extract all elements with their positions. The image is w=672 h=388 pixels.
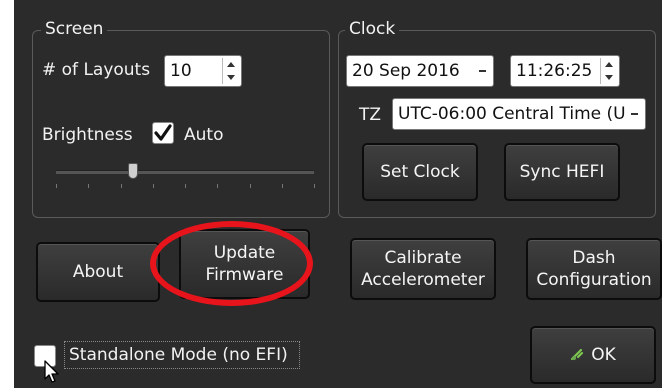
calibrate-accelerometer-button[interactable]: Calibrate Accelerometer [350, 238, 496, 300]
arrow-up-icon[interactable] [227, 62, 235, 67]
set-clock-button[interactable]: Set Clock [362, 143, 478, 201]
standalone-label-box[interactable]: Standalone Mode (no EFI) [64, 341, 300, 369]
layouts-spinbox[interactable]: 10 [164, 55, 242, 87]
brightness-slider-track[interactable] [56, 170, 314, 174]
settings-screen: Screen # of Layouts 10 Brightness Auto C… [14, 0, 662, 388]
layouts-spin-arrows[interactable] [222, 58, 239, 84]
calibrate-label-line2: Accelerometer [361, 270, 485, 290]
about-button[interactable]: About [36, 242, 160, 302]
sync-hefi-button[interactable]: Sync HEFI [504, 143, 620, 201]
screen-group-title: Screen [41, 19, 108, 39]
tz-label: TZ [359, 105, 382, 125]
ok-label: OK [591, 345, 616, 365]
slider-tick [281, 184, 283, 188]
slider-tick [185, 184, 186, 188]
update-firmware-label-line2: Firmware [205, 265, 284, 285]
brightness-slider-handle[interactable] [128, 163, 139, 179]
plug-icon [571, 348, 584, 361]
layouts-label: # of Layouts [42, 60, 151, 80]
dropdown-icon[interactable] [473, 58, 491, 84]
dash-configuration-button[interactable]: Dash Configuration [526, 238, 662, 300]
brightness-label: Brightness [42, 125, 133, 145]
time-value: 11:26:25 [516, 61, 593, 81]
sync-hefi-label: Sync HEFI [519, 162, 605, 182]
slider-tick [88, 184, 90, 188]
auto-label: Auto [184, 125, 224, 145]
slider-tick [249, 184, 251, 188]
dash-config-label-line1: Dash [572, 248, 616, 268]
arrow-up-icon[interactable] [605, 62, 613, 67]
set-clock-label: Set Clock [380, 162, 460, 182]
time-spinbox[interactable]: 11:26:25 [510, 55, 620, 87]
timezone-select[interactable]: UTC-06:00 Central Time (U [392, 98, 646, 130]
arrow-down-icon[interactable] [605, 75, 613, 80]
about-label: About [72, 262, 124, 282]
slider-tick [56, 184, 57, 188]
slider-tick [120, 184, 122, 188]
slider-tick [217, 184, 219, 188]
date-value: 20 Sep 2016 [352, 61, 460, 81]
time-spin-arrows[interactable] [600, 58, 617, 84]
ok-button[interactable]: OK [530, 326, 656, 384]
slider-tick [152, 184, 154, 188]
arrow-down-icon[interactable] [227, 75, 235, 80]
mouse-cursor-icon [44, 360, 59, 383]
dash-config-label-line2: Configuration [536, 270, 652, 290]
checkmark-icon [154, 124, 172, 141]
auto-checkbox[interactable] [152, 122, 174, 144]
update-firmware-button[interactable]: Update Firmware [179, 229, 310, 299]
calibrate-label-line1: Calibrate [384, 248, 462, 268]
clock-group-title: Clock [345, 19, 400, 39]
dropdown-icon[interactable] [625, 101, 643, 127]
date-picker[interactable]: 20 Sep 2016 [346, 55, 494, 87]
layouts-value: 10 [170, 61, 192, 81]
slider-tick [314, 184, 315, 188]
standalone-label: Standalone Mode (no EFI) [69, 345, 288, 365]
update-firmware-label-line1: Update [213, 243, 276, 263]
timezone-value: UTC-06:00 Central Time (U [398, 104, 626, 124]
